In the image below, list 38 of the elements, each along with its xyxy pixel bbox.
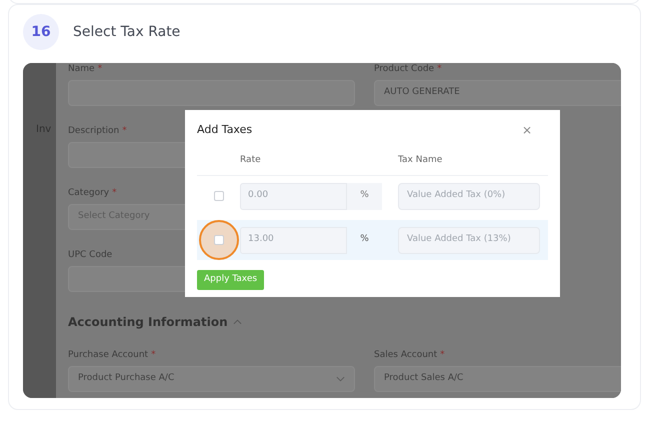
rate-field[interactable]: 13.00 — [240, 226, 347, 254]
required-mark: * — [437, 63, 442, 75]
apply-taxes-button[interactable]: Apply Taxes — [197, 270, 264, 290]
required-mark: * — [440, 349, 445, 361]
field-value: Product Purchase A/C — [78, 372, 174, 386]
selected-row[interactable]: 13.00 % Value Added Tax (13%) — [197, 220, 548, 260]
step-title: Select Tax Rate — [73, 22, 180, 42]
required-mark: * — [122, 125, 127, 137]
checkbox[interactable] — [214, 191, 224, 201]
section-heading: Accounting Information — [68, 315, 228, 329]
tax-name-field[interactable]: Value Added Tax (13%) — [398, 226, 540, 254]
table-row[interactable]: 0.00 % Value Added Tax (0%) — [197, 176, 548, 216]
select-field[interactable]: Product Purchase A/C — [68, 366, 355, 392]
field-label: Product Code — [374, 63, 434, 75]
field-label: Purchase Account — [68, 349, 148, 361]
field-value: Product Sales A/C — [384, 372, 464, 386]
percent-addon: % — [359, 233, 370, 246]
tax-name-field[interactable]: Value Added Tax (0%) — [398, 182, 540, 210]
percent-addon: % — [347, 182, 382, 210]
dialog-title: Add Taxes — [197, 122, 252, 138]
checkbox[interactable] — [214, 235, 224, 245]
close-button[interactable]: × — [522, 124, 532, 136]
field-label: Name — [68, 63, 95, 75]
field-label: Category — [68, 187, 110, 199]
column-header: Tax Name — [398, 154, 442, 166]
rate-field[interactable]: 0.00 — [240, 182, 347, 210]
column-header: Rate — [240, 154, 262, 166]
step-number: 16 — [23, 14, 59, 50]
chevron-up-icon[interactable] — [232, 319, 242, 325]
field-label: UPC Code — [68, 249, 112, 261]
required-mark: * — [151, 349, 156, 361]
field-label: Description — [68, 125, 120, 137]
required-mark: * — [98, 63, 102, 75]
required-mark: * — [112, 187, 117, 199]
field-value: AUTO GENERATE — [384, 86, 460, 100]
input-field[interactable]: Product Sales A/C — [374, 366, 621, 392]
input-field[interactable]: AUTO GENERATE — [374, 80, 621, 106]
field-label: Sales Account — [374, 349, 438, 361]
